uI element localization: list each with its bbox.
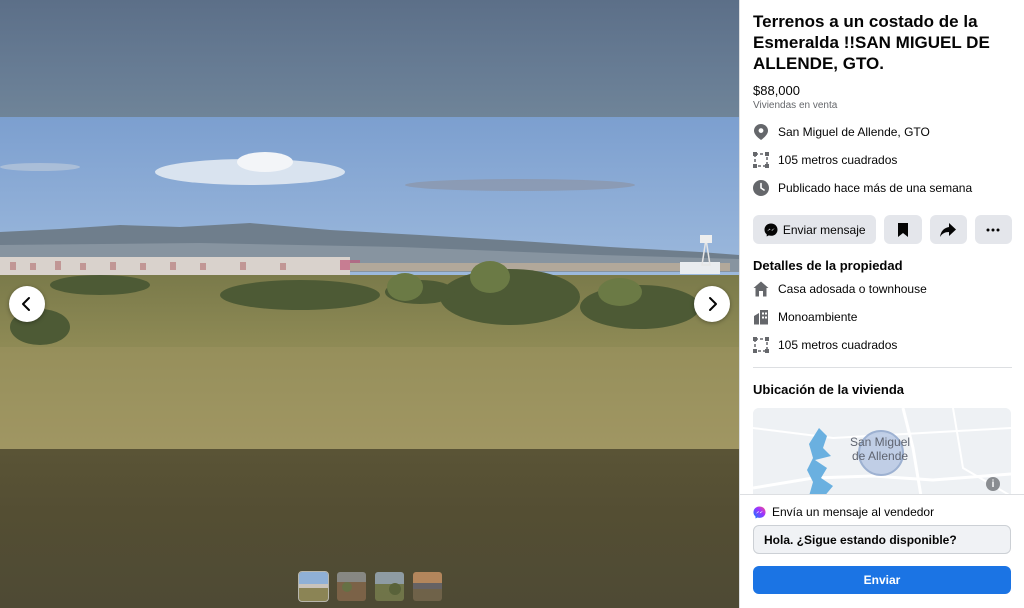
info-posted: Publicado hace más de una semana xyxy=(753,174,1012,202)
map-city-label: San Miguel de Allende xyxy=(850,435,911,463)
listing-details-panel: Terrenos a un costado de la Esmeralda !!… xyxy=(739,0,1024,608)
blurred-backdrop-top xyxy=(0,0,739,117)
area-icon xyxy=(753,337,769,353)
thumbnail[interactable] xyxy=(337,572,366,601)
detail-rooms-text: Monoambiente xyxy=(778,310,858,324)
send-message-label: Enviar mensaje xyxy=(782,222,866,237)
area-icon xyxy=(753,152,769,168)
bookmark-icon xyxy=(897,222,908,237)
seller-message-heading-text: Envía un mensaje al vendedor xyxy=(772,505,935,519)
more-options-button[interactable] xyxy=(974,215,1012,244)
thumbnail[interactable] xyxy=(298,571,329,602)
section-divider xyxy=(753,367,1012,368)
send-message-button[interactable]: Enviar mensaje xyxy=(753,215,877,244)
detail-area-text: 105 metros cuadrados xyxy=(778,338,898,352)
detail-type-text: Casa adosada o townhouse xyxy=(778,282,927,296)
listing-category: Viviendas en venta xyxy=(753,100,838,111)
location-pin-icon xyxy=(753,124,769,140)
house-icon xyxy=(753,281,769,297)
chevron-left-icon xyxy=(22,297,30,311)
info-area: 105 metros cuadrados xyxy=(753,146,1012,174)
message-input[interactable] xyxy=(753,525,1011,554)
photo-viewer xyxy=(0,0,739,608)
listing-info-list: San Miguel de Allende, GTO 105 metros cu… xyxy=(753,118,1012,202)
seller-message-heading: Envía un mensaje al vendedor xyxy=(753,505,1012,519)
next-photo-button[interactable] xyxy=(694,286,730,322)
listing-title: Terrenos a un costado de la Esmeralda !!… xyxy=(753,12,990,73)
seller-message-footer: Envía un mensaje al vendedor Enviar xyxy=(740,494,1024,608)
info-location: San Miguel de Allende, GTO xyxy=(753,118,1012,146)
detail-rooms: Monoambiente xyxy=(753,303,1012,331)
clock-icon xyxy=(753,180,769,196)
detail-area: 105 metros cuadrados xyxy=(753,331,1012,359)
messenger-icon xyxy=(764,223,778,236)
marketplace-listing-page: Terrenos a un costado de la Esmeralda !!… xyxy=(0,0,1024,608)
location-heading: Ubicación de la vivienda xyxy=(753,382,904,397)
messenger-icon xyxy=(753,505,766,519)
property-details-list: Casa adosada o townhouse Monoambiente 10… xyxy=(753,275,1012,359)
more-dots-icon xyxy=(986,228,1000,231)
thumbnail[interactable] xyxy=(375,572,404,601)
send-button[interactable]: Enviar xyxy=(753,566,1011,594)
info-location-text: San Miguel de Allende, GTO xyxy=(778,125,930,139)
chevron-right-icon xyxy=(709,297,717,311)
thumbnail-strip xyxy=(298,571,442,602)
map-info-icon[interactable]: i xyxy=(986,477,1000,491)
location-map[interactable]: San Miguel de Allende i xyxy=(753,408,1011,494)
info-posted-text: Publicado hace más de una semana xyxy=(778,181,973,195)
share-button[interactable] xyxy=(929,215,967,244)
share-arrow-icon xyxy=(940,222,957,237)
building-icon xyxy=(753,309,769,325)
info-area-text: 105 metros cuadrados xyxy=(778,153,898,167)
details-scroll-area[interactable]: Terrenos a un costado de la Esmeralda !!… xyxy=(740,0,1024,494)
save-button[interactable] xyxy=(884,215,922,244)
listing-actions: Enviar mensaje xyxy=(753,215,1012,244)
property-details-heading: Detalles de la propiedad xyxy=(753,258,903,273)
listing-photo xyxy=(0,117,739,449)
thumbnail[interactable] xyxy=(413,572,442,601)
detail-type: Casa adosada o townhouse xyxy=(753,275,1012,303)
listing-price: $88,000 xyxy=(753,83,800,98)
previous-photo-button[interactable] xyxy=(9,286,45,322)
